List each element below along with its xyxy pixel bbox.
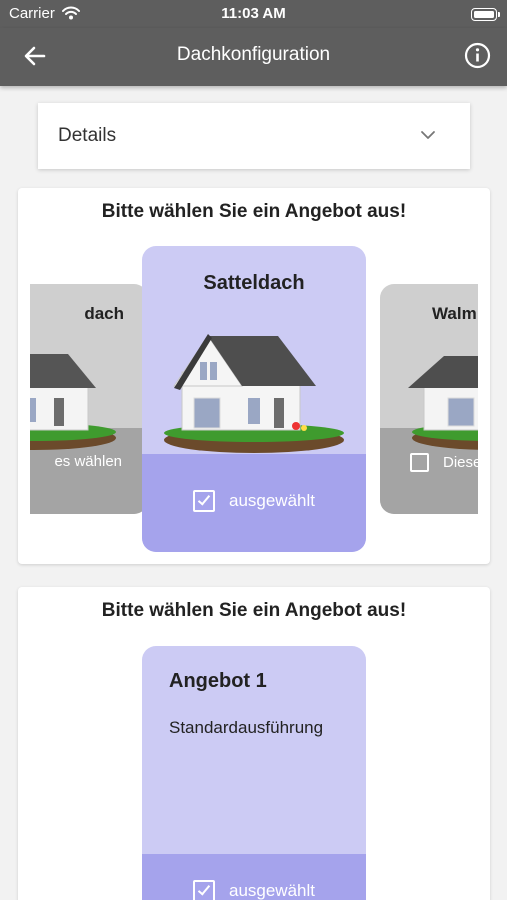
status-bar: Carrier 11:03 AM (0, 0, 507, 28)
checkbox-unchecked-icon[interactable] (410, 453, 429, 472)
offer-card-description: Standardausführung (169, 718, 324, 737)
clock: 11:03 AM (221, 5, 286, 22)
app-bar: Dachkonfiguration (0, 28, 507, 86)
page-title: Dachkonfiguration (176, 44, 331, 65)
hipped-roof-house-illustration (408, 356, 478, 450)
offer-card-select[interactable]: ausgewählt (142, 880, 366, 900)
offer-card-select-label: ausgewählt (228, 881, 315, 900)
chevron-down-icon (421, 131, 435, 139)
roof-card-select[interactable]: Diese (380, 453, 478, 472)
gable-roof-house-illustration (164, 334, 344, 453)
roof-card-name: Satteldach (203, 272, 305, 294)
roof-card-satteldach[interactable]: Satteldach ausgewählt (142, 246, 366, 552)
roof-card-select[interactable]: ausgewählt (142, 490, 366, 512)
hipped-roof-house-illustration (30, 354, 116, 450)
checkbox-checked-icon[interactable] (192, 880, 215, 900)
roof-card-right[interactable]: Walm Diese (380, 284, 478, 514)
roof-selection-panel: Bitte wählen Sie ein Angebot aus! dach e… (18, 188, 490, 564)
roof-card-select-label: ausgewählt (228, 491, 315, 510)
roof-card-name: Walm (432, 304, 477, 323)
roof-card-left[interactable]: dach es wählen (30, 284, 148, 514)
roof-card-name: dach (84, 304, 124, 323)
details-dropdown[interactable]: Details (38, 103, 470, 169)
roof-carousel[interactable]: dach es wählen Satteldach ausgewählt Wal… (30, 188, 478, 564)
roof-card-select-label: es wählen (54, 453, 122, 470)
info-circle-icon[interactable] (464, 42, 491, 69)
offer-selection-panel: Bitte wählen Sie ein Angebot aus! Angebo… (18, 587, 490, 900)
roof-card-select[interactable]: es wählen (30, 453, 148, 470)
details-label: Details (58, 125, 117, 146)
offer-card-name: Angebot 1 (169, 670, 267, 692)
offer-card-1[interactable]: Angebot 1 Standardausführung ausgewählt (142, 646, 366, 900)
checkbox-checked-icon[interactable] (192, 490, 215, 512)
battery-icon (471, 8, 500, 21)
roof-card-select-label: Diese (443, 454, 478, 471)
offer-selection-heading: Bitte wählen Sie ein Angebot aus! (101, 600, 407, 621)
